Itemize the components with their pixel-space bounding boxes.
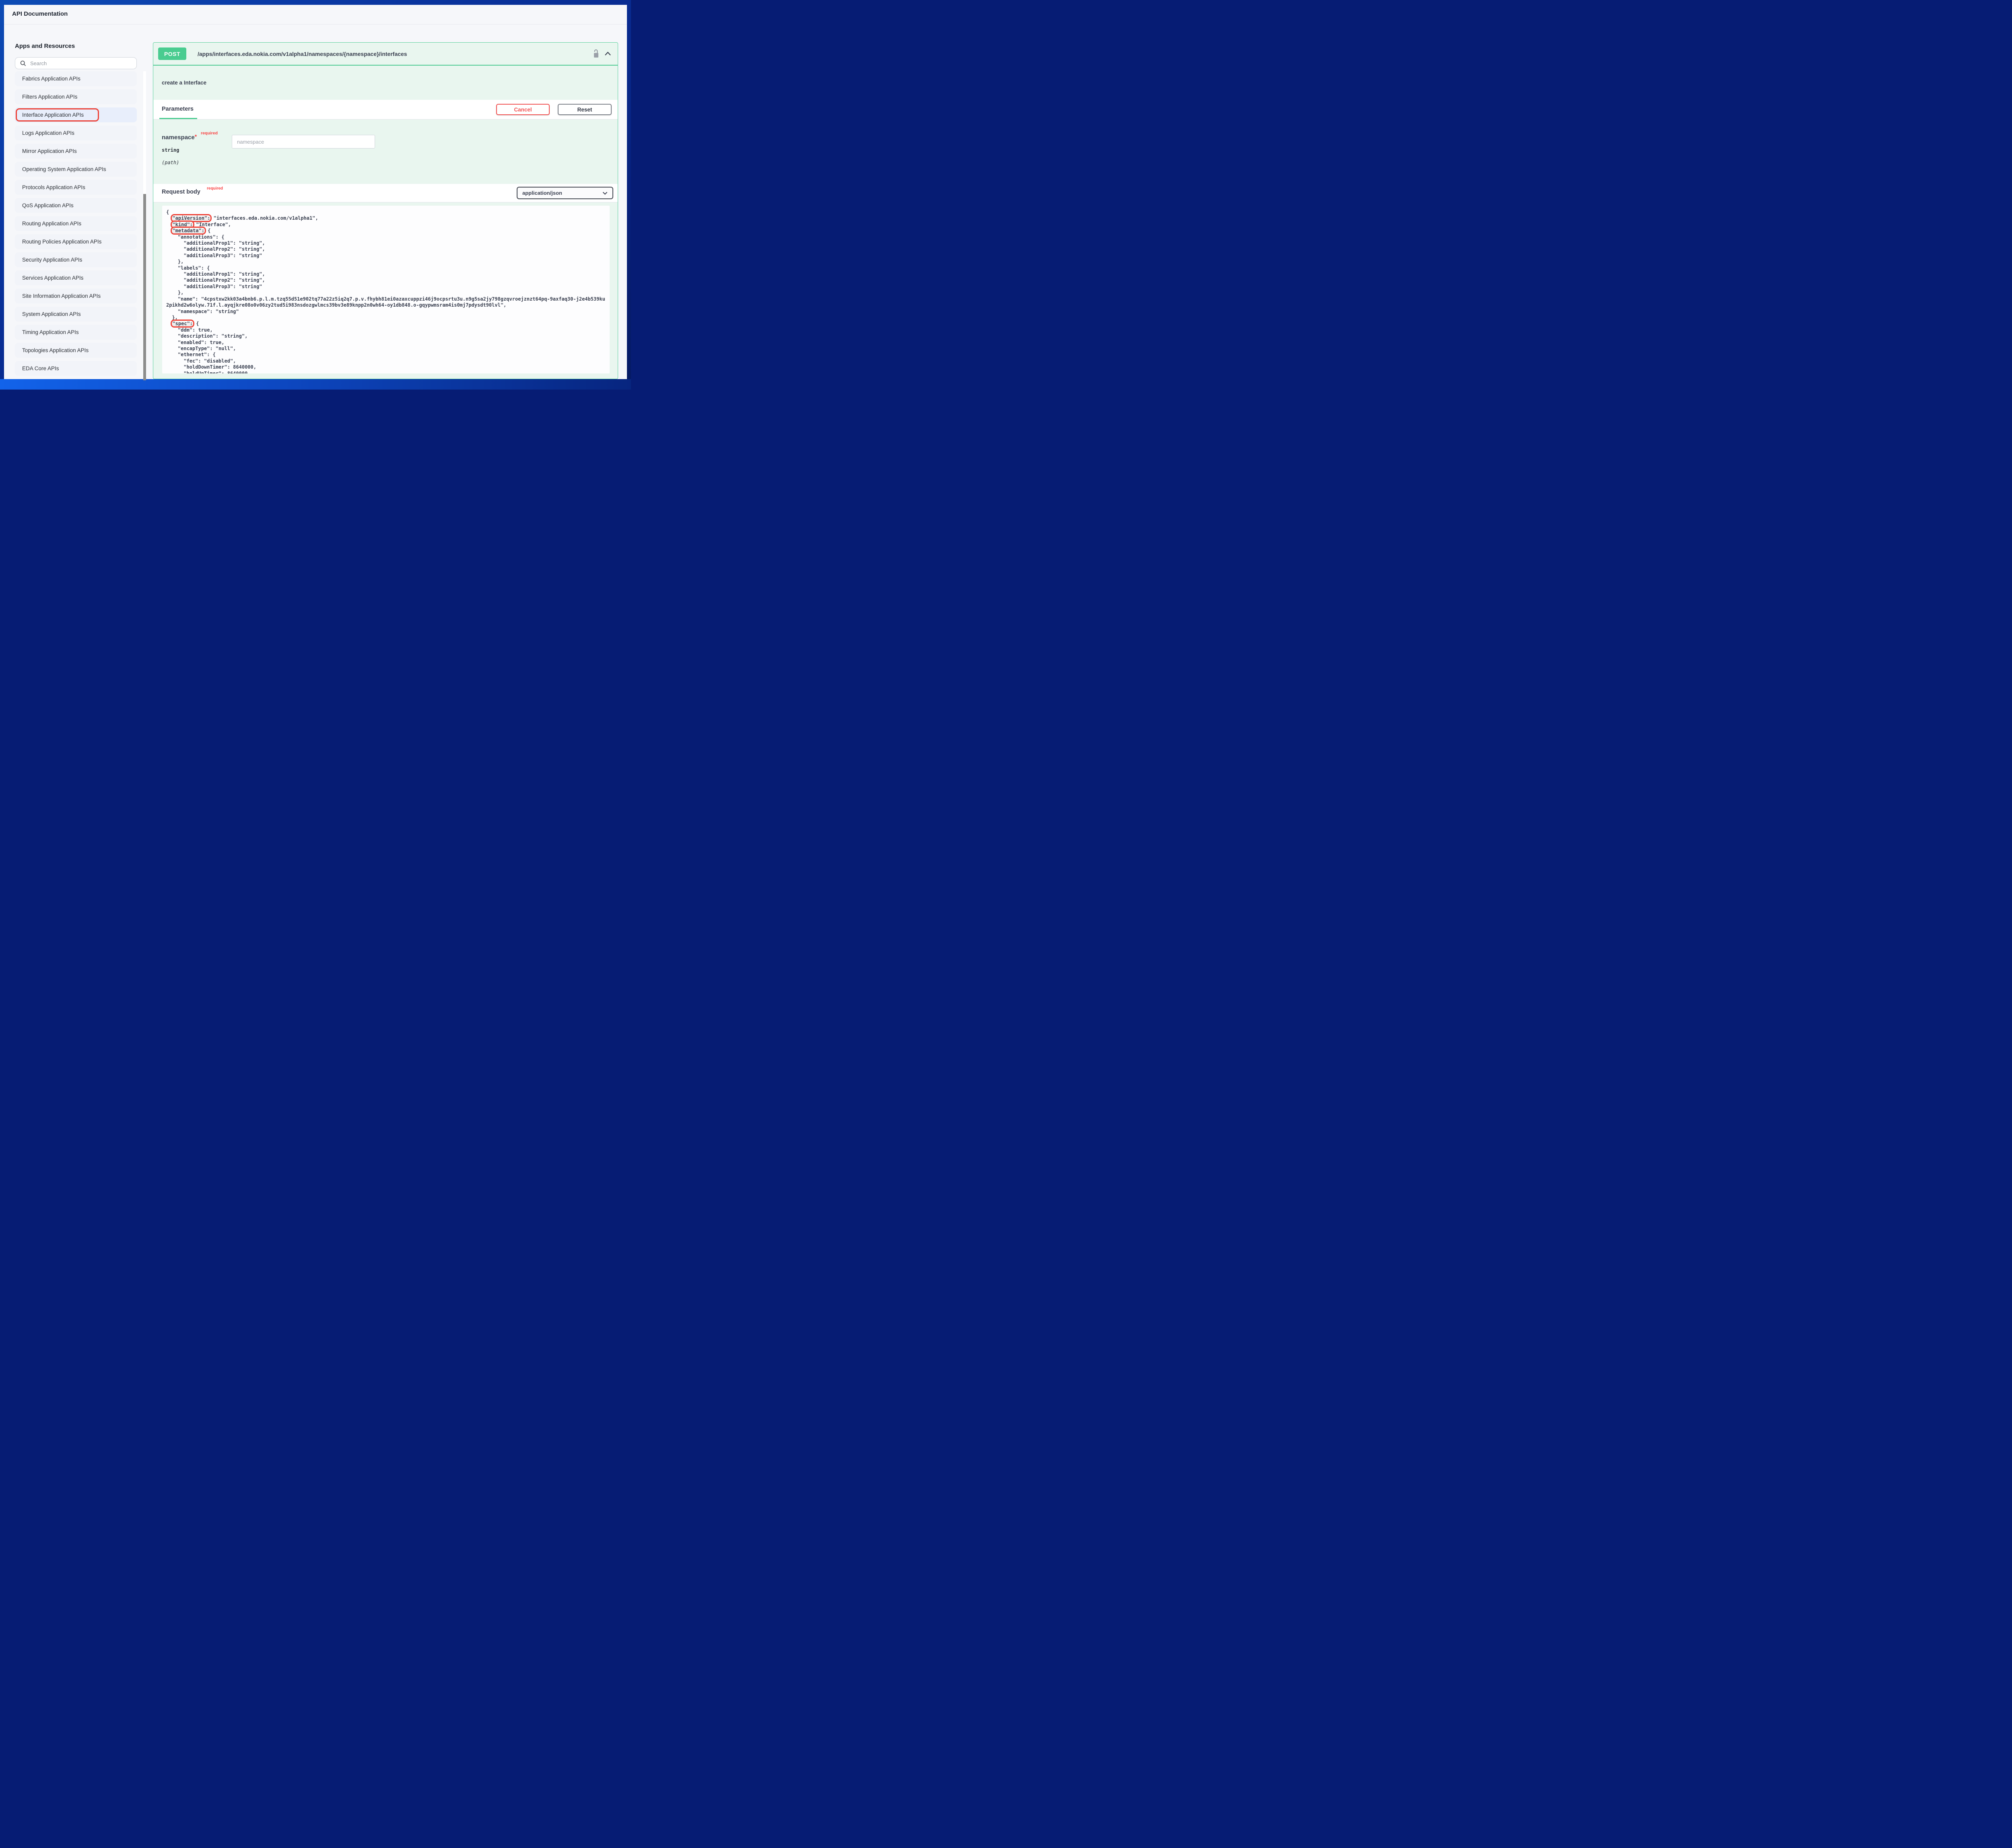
parameter-name: namespace*	[162, 133, 197, 141]
sidebar-item-label: Filters Application APIs	[22, 94, 77, 100]
sidebar-item-label: Timing Application APIs	[22, 329, 79, 335]
sidebar-item[interactable]: System Application APIs	[15, 307, 137, 322]
sidebar-item-label: Routing Application APIs	[22, 221, 81, 227]
sidebar-item-label: QoS Application APIs	[22, 202, 74, 208]
sidebar-item[interactable]: Timing Application APIs	[15, 325, 137, 340]
cancel-button[interactable]: Cancel	[496, 104, 550, 115]
app-header: API Documentation	[4, 5, 627, 25]
sidebar-item[interactable]: Filters Application APIs	[15, 89, 137, 104]
operation-description: create a Interface	[153, 66, 618, 100]
sidebar-item[interactable]: Protocols Application APIs	[15, 180, 137, 195]
sidebar-item[interactable]: Operating System Application APIs	[15, 162, 137, 177]
sidebar-item-label: Protocols Application APIs	[22, 184, 85, 190]
request-body-code: { "apiVersion": "interfaces.eda.nokia.co…	[166, 209, 606, 373]
chevron-down-icon	[602, 192, 608, 195]
sidebar-item-label: EDA Core APIs	[22, 365, 59, 371]
sidebar-item[interactable]: Fabrics Application APIs	[15, 71, 137, 86]
required-label: required	[201, 131, 218, 136]
sidebar-item-label: Fabrics Application APIs	[22, 76, 80, 82]
search-input[interactable]	[29, 60, 128, 67]
sidebar-heading: Apps and Resources	[15, 43, 75, 50]
red-highlight-box: "metadata":	[172, 228, 204, 233]
sidebar-item[interactable]: Topologies Application APIs	[15, 343, 137, 358]
red-highlight-box: "kind":	[172, 222, 193, 227]
operation-header[interactable]: POST /apps/interfaces.eda.nokia.com/v1al…	[153, 43, 618, 66]
request-body-section: { "apiVersion": "interfaces.eda.nokia.co…	[153, 202, 618, 379]
sidebar-item-label: Security Application APIs	[22, 257, 82, 263]
parameter-type: string	[162, 147, 179, 153]
namespace-input[interactable]	[232, 135, 375, 148]
reset-button[interactable]: Reset	[558, 104, 612, 115]
sidebar-item[interactable]: QoS Application APIs	[15, 198, 137, 213]
sidebar-item[interactable]: Security Application APIs	[15, 252, 137, 267]
post-operation-panel: POST /apps/interfaces.eda.nokia.com/v1al…	[153, 42, 618, 379]
page-title: API Documentation	[12, 10, 68, 17]
search-icon	[20, 60, 26, 66]
sidebar-item[interactable]: Interface Application APIs	[15, 107, 137, 122]
required-asterisk: *	[195, 133, 197, 140]
parameter-location: (path)	[162, 160, 179, 165]
sidebar-item-label: Interface Application APIs	[22, 112, 84, 118]
parameters-toolbar: Parameters Cancel Reset	[153, 100, 618, 120]
sidebar-item-label: Mirror Application APIs	[22, 148, 77, 154]
sidebar-item[interactable]: Logs Application APIs	[15, 126, 137, 140]
sidebar-item-label: Logs Application APIs	[22, 130, 74, 136]
sidebar-item-label: Site Information Application APIs	[22, 293, 101, 299]
content-type-select[interactable]: application/json	[517, 187, 613, 199]
sidebar-item[interactable]: Routing Policies Application APIs	[15, 234, 137, 249]
endpoint-path: /apps/interfaces.eda.nokia.com/v1alpha1/…	[198, 51, 407, 57]
sidebar-item-label: Topologies Application APIs	[22, 347, 89, 353]
sidebar-item[interactable]: Services Application APIs	[15, 270, 137, 285]
tab-active-underline	[159, 118, 197, 119]
api-documentation-window: API Documentation Apps and Resources Fab…	[4, 5, 627, 379]
request-body-toolbar: Request body required application/json	[153, 184, 618, 202]
sidebar-item[interactable]: Mirror Application APIs	[15, 144, 137, 159]
red-highlight-box: "apiVersion":	[172, 215, 210, 221]
red-highlight-box: "spec":	[172, 321, 193, 326]
sidebar-item[interactable]: Site Information Application APIs	[15, 289, 137, 303]
sidebar-item-label: Operating System Application APIs	[22, 166, 106, 172]
unlock-icon[interactable]	[592, 49, 600, 58]
sidebar-item[interactable]: EDA Core APIs	[15, 361, 137, 376]
sidebar-item[interactable]: Routing Application APIs	[15, 216, 137, 231]
desktop-background: API Documentation Apps and Resources Fab…	[0, 0, 631, 390]
sidebar-scrollbar-thumb[interactable]	[143, 194, 146, 380]
sidebar-item-label: Routing Policies Application APIs	[22, 239, 101, 245]
tab-parameters[interactable]: Parameters	[162, 106, 194, 112]
collapse-chevron-icon[interactable]	[604, 52, 611, 56]
content-type-value: application/json	[522, 190, 562, 196]
sidebar-item-label: System Application APIs	[22, 311, 81, 317]
sidebar-nav: Fabrics Application APIs Filters Applica…	[15, 71, 137, 379]
request-body-required-label: required	[207, 186, 223, 191]
method-badge: POST	[158, 47, 186, 60]
sidebar-item-label: Services Application APIs	[22, 275, 83, 281]
request-body-example-card: { "apiVersion": "interfaces.eda.nokia.co…	[162, 206, 610, 373]
request-body-label: Request body	[162, 189, 200, 195]
search-box[interactable]	[15, 57, 137, 69]
parameter-row-namespace: namespace* required string (path)	[153, 120, 618, 184]
